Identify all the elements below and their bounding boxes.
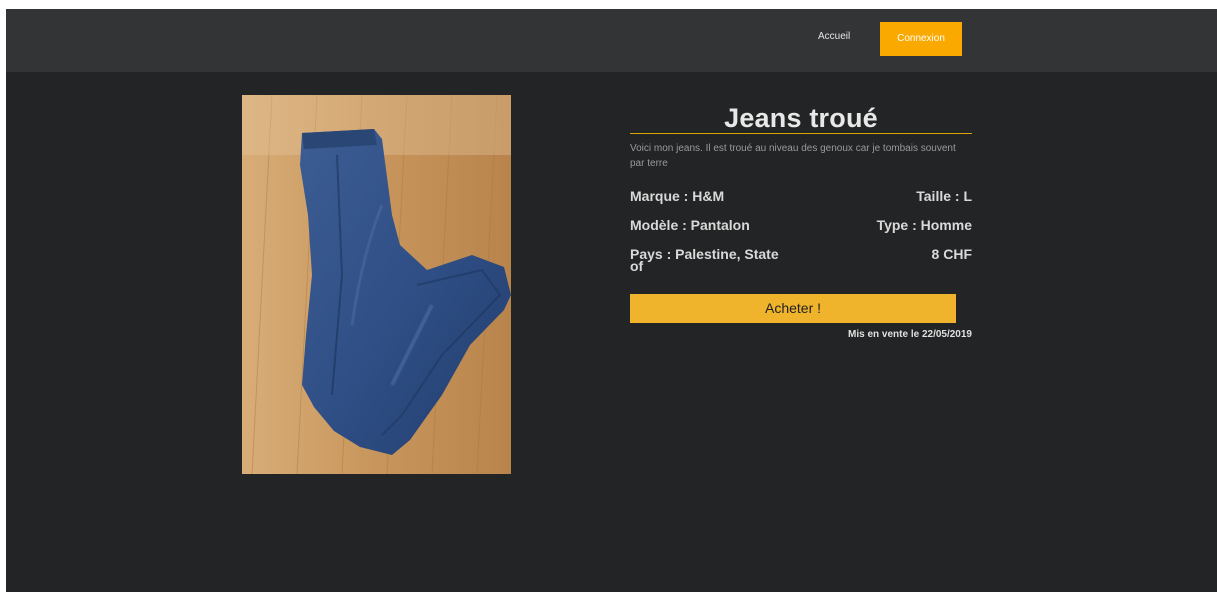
product-brand: Marque : H&M bbox=[630, 188, 725, 204]
product-model: Modèle : Pantalon bbox=[630, 217, 750, 233]
product-type: Type : Homme bbox=[876, 217, 972, 233]
login-button[interactable]: Connexion bbox=[880, 22, 962, 56]
product-description: Voici mon jeans. Il est troué au niveau … bbox=[630, 143, 956, 169]
product-country: Pays : Palestine, State of bbox=[630, 246, 779, 274]
listed-date: Mis en vente le 22/05/2019 bbox=[848, 329, 972, 340]
product-size: Taille : L bbox=[916, 188, 972, 204]
title-divider bbox=[630, 133, 972, 134]
navbar: Accueil Connexion bbox=[6, 9, 1217, 72]
product-image bbox=[242, 95, 511, 474]
buy-button[interactable]: Acheter ! bbox=[630, 294, 956, 323]
page-frame: Accueil Connexion Jeans troué Voici mon … bbox=[6, 9, 1217, 592]
product-title: Jeans troué bbox=[724, 103, 878, 133]
product-price: 8 CHF bbox=[931, 246, 972, 262]
nav-home-link[interactable]: Accueil bbox=[818, 31, 850, 42]
jeans-photo-icon bbox=[242, 95, 511, 474]
